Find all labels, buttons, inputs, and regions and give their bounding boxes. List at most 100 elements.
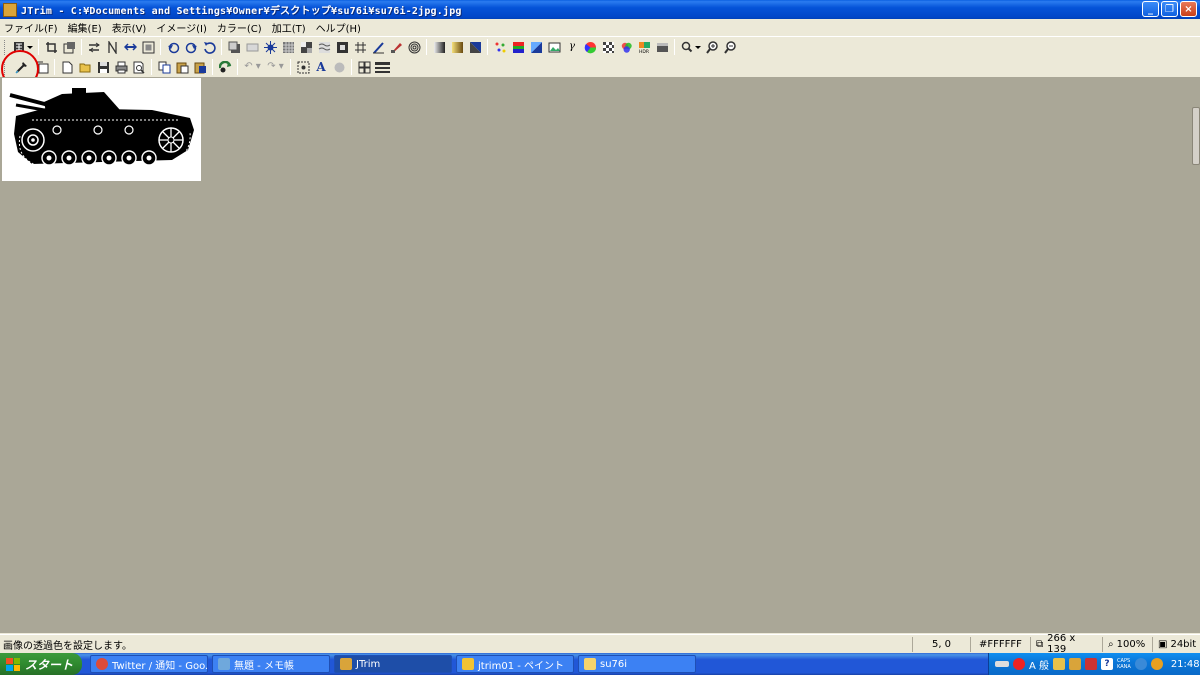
shadow-icon[interactable] (227, 40, 242, 55)
minimize-button[interactable]: _ (1142, 1, 1159, 17)
select-all-icon[interactable] (296, 60, 311, 75)
zoom-dropdown-icon[interactable] (680, 40, 702, 55)
menu-edit[interactable]: 編集(E) (68, 20, 108, 35)
hdr-icon[interactable]: HDR (637, 40, 652, 55)
task-folder[interactable]: su76i (578, 655, 696, 673)
start-button[interactable]: スタート (0, 653, 82, 675)
close-button[interactable]: × (1180, 1, 1197, 17)
restore-button[interactable]: ❐ (1161, 1, 1178, 17)
rotate-left-icon[interactable] (166, 40, 181, 55)
open-icon[interactable] (78, 60, 93, 75)
status-size: ⧉ 266 x 139 (1030, 633, 1102, 655)
zoom-in-icon[interactable] (705, 40, 720, 55)
ime-tool-icon[interactable] (1069, 658, 1082, 670)
start-label: スタート (25, 657, 74, 672)
rotate-right-icon[interactable] (184, 40, 199, 55)
print-icon[interactable] (114, 60, 129, 75)
menu-help[interactable]: ヘルプ(H) (316, 20, 367, 35)
text-icon[interactable]: A (314, 60, 329, 75)
copy-icon[interactable] (157, 60, 172, 75)
color-balance-icon[interactable] (619, 40, 634, 55)
ime-mode[interactable]: A 般 (1029, 657, 1049, 672)
resize-icon[interactable] (62, 40, 77, 55)
blur-icon[interactable] (332, 60, 347, 75)
status-bar: 画像の透過色を設定します。 5, 0 #FFFFFF ⧉ 266 x 139 ⌕… (0, 633, 1200, 655)
menu-process[interactable]: 加工(T) (272, 20, 312, 35)
image-workspace[interactable] (0, 77, 1200, 633)
image-canvas[interactable] (2, 78, 201, 181)
sparkle-icon[interactable] (263, 40, 278, 55)
grayscale-icon[interactable] (655, 40, 670, 55)
window-title: JTrim - C:¥Documents and Settings¥Owner¥… (21, 6, 462, 17)
spiral-icon[interactable] (407, 40, 422, 55)
blank-icon[interactable] (245, 40, 260, 55)
redo-icon[interactable]: ↷ ▾ (266, 60, 286, 75)
crop-icon[interactable] (44, 40, 59, 55)
gradient1-icon[interactable] (432, 40, 447, 55)
jtrim-icon (340, 658, 352, 670)
photo-icon[interactable] (547, 40, 562, 55)
frame-icon[interactable] (141, 40, 156, 55)
task-paint[interactable]: jtrim01 - ペイント (456, 655, 574, 673)
layout-icon[interactable] (374, 60, 390, 75)
rgb-bar-icon[interactable] (511, 40, 526, 55)
menu-view[interactable]: 表示(V) (112, 20, 153, 35)
keyboard-icon[interactable] (995, 661, 1009, 667)
gradient3-icon[interactable] (468, 40, 483, 55)
status-zoom-text: 100% (1116, 638, 1146, 650)
tank-silhouette-image (9, 88, 194, 167)
palette-icon[interactable] (583, 40, 598, 55)
spot-icon[interactable] (335, 40, 350, 55)
scrollbar-handle[interactable] (1192, 107, 1200, 165)
toolbar-grip[interactable] (4, 39, 7, 55)
ime-pad-icon[interactable] (1053, 658, 1066, 670)
new-file-icon[interactable] (60, 60, 75, 75)
tile-icon[interactable] (353, 40, 368, 55)
help-icon[interactable]: ? (1101, 658, 1114, 670)
emboss-icon[interactable] (299, 40, 314, 55)
menu-image[interactable]: イメージ(I) (156, 20, 213, 35)
color-noise-icon[interactable] (493, 40, 508, 55)
folder-icon (584, 658, 596, 670)
rotate-free-icon[interactable] (202, 40, 217, 55)
task-label: jtrim01 - ペイント (478, 660, 565, 672)
windows-flag-icon (6, 657, 20, 671)
mosaic-icon[interactable] (281, 40, 296, 55)
gradient2-icon[interactable] (450, 40, 465, 55)
brush-icon[interactable] (389, 40, 404, 55)
security-icon[interactable] (1013, 658, 1025, 670)
menu-color[interactable]: カラー(C) (217, 20, 268, 35)
thumbnail-icon[interactable] (357, 60, 372, 75)
flip-horizontal-icon[interactable] (87, 40, 102, 55)
status-color: #FFFFFF (970, 636, 1030, 652)
toolbar-separator (151, 59, 152, 75)
undo-icon[interactable]: ↶ ▾ (243, 60, 263, 75)
paste-special-icon[interactable] (193, 60, 208, 75)
taskbar: スタート Twitter / 通知 - Goo... 無題 - メモ帳 JTri… (0, 653, 1200, 675)
print-preview-icon[interactable] (132, 60, 147, 75)
save-icon[interactable] (96, 60, 111, 75)
task-label: 無題 - メモ帳 (234, 660, 294, 672)
paste-icon[interactable] (175, 60, 190, 75)
shift-icon[interactable] (123, 40, 138, 55)
title-bar: JTrim - C:¥Documents and Settings¥Owner¥… (0, 0, 1200, 19)
status-message: 画像の透過色を設定します。 (3, 640, 132, 652)
ime-dict-icon[interactable] (1085, 658, 1098, 670)
network-icon[interactable] (1134, 658, 1147, 670)
gamma-icon[interactable]: γ (565, 40, 580, 55)
task-notepad[interactable]: 無題 - メモ帳 (212, 655, 330, 673)
wave-icon[interactable] (317, 40, 332, 55)
toolbar-separator (212, 59, 213, 75)
menu-file[interactable]: ファイル(F) (4, 20, 64, 35)
task-chrome[interactable]: Twitter / 通知 - Goo... (90, 655, 208, 673)
task-jtrim[interactable]: JTrim (334, 655, 452, 673)
pen-icon[interactable] (371, 40, 386, 55)
zoom-out-icon[interactable] (723, 40, 738, 55)
kana-indicator: KANA (1117, 664, 1131, 670)
flip-vertical-icon[interactable] (105, 40, 120, 55)
clock[interactable]: 21:48 (1171, 659, 1200, 670)
update-icon[interactable] (1150, 658, 1163, 670)
checker-icon[interactable] (601, 40, 616, 55)
effect-icon[interactable] (218, 60, 233, 75)
gradient4-icon[interactable] (529, 40, 544, 55)
